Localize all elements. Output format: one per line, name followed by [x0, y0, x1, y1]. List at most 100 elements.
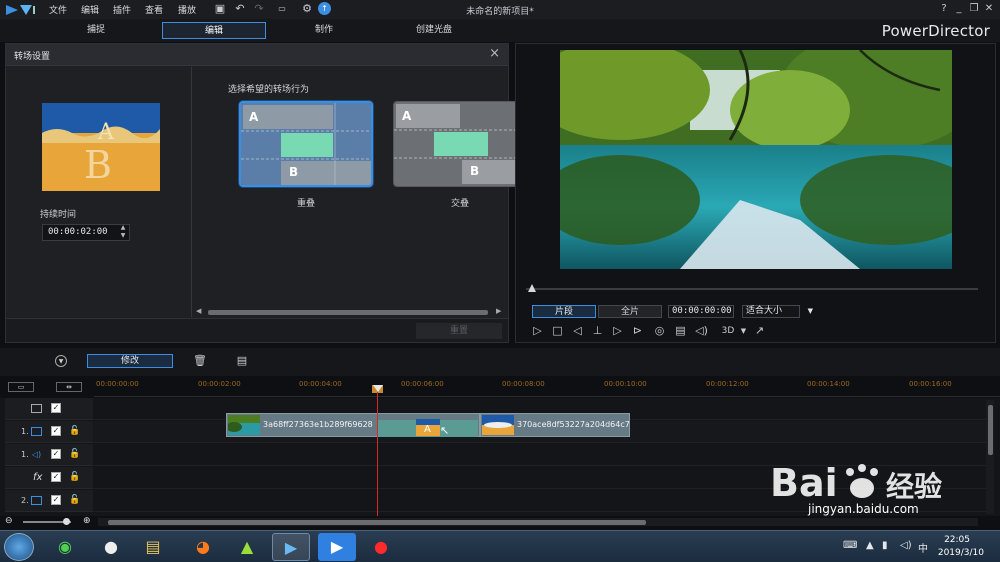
behavior-cross-option[interactable]: A B [393, 101, 527, 187]
zoom-slider-thumb[interactable] [63, 518, 70, 525]
panel-title: 转场设置 [14, 52, 51, 62]
track-number: 1. [21, 450, 29, 459]
next-frame-icon[interactable]: ▷ [610, 324, 625, 338]
track-b-label: B [470, 164, 480, 178]
overlap-diagram [241, 103, 371, 185]
minimize-icon[interactable]: _ [952, 2, 966, 16]
reset-button[interactable]: 重置 [416, 323, 502, 339]
fast-forward-icon[interactable]: ⊳ [630, 324, 645, 338]
volume-icon[interactable]: ◁) [900, 540, 912, 551]
preview-scrubber[interactable] [526, 288, 978, 290]
ime-icon[interactable]: 中 [918, 540, 928, 555]
tab-produce[interactable]: 制作 [286, 22, 362, 39]
track-checkbox[interactable]: ✓ [51, 495, 61, 505]
svg-text:B: B [84, 143, 112, 187]
tab-edit[interactable]: 编辑 [162, 22, 266, 39]
tab-capture[interactable]: 捕捉 [58, 22, 134, 39]
scroll-thumb[interactable] [208, 310, 488, 315]
track-checkbox[interactable]: ✓ [51, 472, 61, 482]
track-checkbox[interactable]: ✓ [51, 403, 61, 413]
zoom-fit-value: 适合大小 [746, 306, 783, 316]
timeline-toolbar: ▼ 修改 🗑 ▤ [0, 348, 1000, 376]
taskbar-app-explorer[interactable]: ▤ [134, 533, 172, 561]
taskbar-app-player[interactable]: ▶ [318, 533, 356, 561]
mouse-cursor-icon: ↖ [440, 424, 450, 437]
behavior-overlap-option[interactable]: A B [239, 101, 373, 187]
tab-create-disc[interactable]: 创建光盘 [396, 22, 472, 39]
duration-spinner[interactable]: ▲ ▼ [116, 224, 130, 241]
subtitle-icon[interactable]: ▤ [673, 324, 688, 338]
delete-icon[interactable]: 🗑 [193, 354, 207, 368]
snapshot-icon[interactable]: ◎ [652, 324, 667, 338]
track-checkbox[interactable]: ✓ [51, 449, 61, 459]
zoom-out-icon[interactable]: ⊖ [5, 516, 13, 526]
start-button[interactable] [4, 533, 34, 561]
clock-date[interactable]: 2019/3/10 [938, 548, 984, 558]
help-icon[interactable]: ? [937, 2, 951, 16]
ruler-tick: 00:00:02:00 [198, 380, 241, 388]
track-checkbox[interactable]: ✓ [51, 426, 61, 436]
duration-label: 持续时间 [40, 210, 77, 220]
tab-clip-mode[interactable]: 片段 [532, 305, 596, 318]
ruler-tick: 00:00:06:00 [401, 380, 444, 388]
zoom-in-icon[interactable]: ⊕ [83, 516, 91, 526]
lock-icon[interactable]: 🔓 [69, 495, 80, 505]
taskbar-app-green[interactable]: ▲ [228, 533, 266, 561]
track-header-audio-1: 1. ◁) ✓ 🔓 [5, 444, 93, 466]
ruler-tick: 00:00:00:00 [96, 380, 139, 388]
close-icon[interactable]: × [489, 46, 500, 61]
vertical-scroll-thumb[interactable] [988, 405, 993, 455]
scroll-left-icon[interactable]: ◀ [196, 307, 201, 315]
track-b-label: B [289, 165, 299, 179]
clip-thumbnail [228, 415, 260, 435]
video-clip[interactable]: 370ace8df53227a204d64c7 [480, 413, 630, 437]
modify-button[interactable]: 修改 [87, 354, 173, 368]
lock-icon[interactable]: 🔓 [69, 426, 80, 436]
audio-icon: ◁) [31, 450, 42, 459]
keyboard-icon[interactable]: ⌨ [843, 540, 857, 551]
collapse-icon[interactable]: ▼ [55, 355, 67, 367]
lock-icon[interactable]: 🔓 [69, 449, 80, 459]
fit-timeline-icon[interactable]: ⇹ [56, 382, 82, 392]
lock-icon[interactable]: 🔓 [69, 472, 80, 482]
close-icon[interactable]: ✕ [982, 2, 996, 16]
previous-frame-icon[interactable]: ◁ [570, 324, 585, 338]
timecode-display[interactable]: 00:00:00:00 [668, 305, 734, 318]
chevron-down-icon[interactable]: ▼ [736, 324, 751, 338]
taskbar-app-powerdirector[interactable]: ▶ [272, 533, 310, 561]
baidu-watermark: Bai 经验 jingyan.baidu.com [768, 458, 988, 536]
tray-expand-icon[interactable]: ▲ [866, 540, 874, 551]
timeline-ruler[interactable]: 00:00:00:00 00:00:02:00 00:00:04:00 00:0… [94, 377, 1000, 397]
scrubber-handle[interactable] [528, 284, 536, 292]
horizontal-scroll-thumb[interactable] [108, 520, 646, 525]
clip-thumbnail [482, 415, 514, 435]
taskbar-app-qq[interactable]: ● [92, 533, 130, 561]
behavior-cross-label: 交叠 [450, 199, 469, 209]
preview-panel: 片段 全片 00:00:00:00 适合大小 ▼ ▷ □ ◁ ⊥ ▷ ⊳ ◎ ▤… [515, 43, 996, 343]
playhead-line [377, 392, 378, 516]
taskbar-app-firefox[interactable]: ◕ [184, 533, 222, 561]
zoom-fit-select[interactable]: 适合大小 ▼ [742, 305, 813, 318]
track-a-label: A [402, 109, 412, 123]
network-icon[interactable]: ▮ [882, 540, 888, 551]
restore-icon[interactable]: ❐ [967, 2, 981, 16]
volume-icon[interactable]: ◁) [694, 324, 709, 338]
transition-block[interactable]: A ↖ [378, 419, 478, 437]
split-icon[interactable]: ⊥ [590, 324, 605, 338]
clock-time[interactable]: 22:05 [944, 535, 970, 545]
play-icon[interactable]: ▷ [530, 324, 545, 338]
track-header-fx: fx ✓ 🔓 [5, 467, 93, 489]
watermark-url: jingyan.baidu.com [808, 502, 919, 516]
ruler-tick: 00:00:10:00 [604, 380, 647, 388]
list-icon[interactable]: ▤ [235, 354, 249, 368]
tab-movie-mode[interactable]: 全片 [598, 305, 662, 318]
taskbar-app-360[interactable]: ◉ [46, 533, 84, 561]
playhead-handle[interactable] [373, 385, 383, 392]
track-manager-icon[interactable]: ▭ [8, 382, 34, 392]
options-scrollbar[interactable]: ◀ ▶ [196, 307, 506, 316]
taskbar-app-recorder[interactable]: ● [362, 533, 400, 561]
svg-text:经验: 经验 [886, 470, 942, 502]
stop-icon[interactable]: □ [550, 324, 565, 338]
scroll-right-icon[interactable]: ▶ [496, 307, 501, 315]
undock-icon[interactable]: ↗ [752, 324, 767, 338]
